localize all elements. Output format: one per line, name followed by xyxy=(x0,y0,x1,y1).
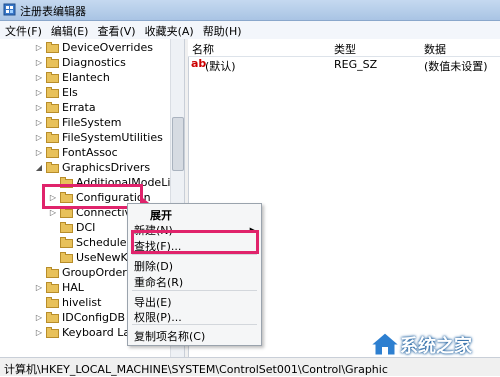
collapse-arrow-icon[interactable]: ◢ xyxy=(34,163,44,172)
folder-icon xyxy=(46,312,59,323)
menu-separator xyxy=(132,254,257,255)
value-name: (默认) xyxy=(205,60,236,73)
tree-item[interactable]: ◢ GraphicsDrivers xyxy=(34,160,150,175)
folder-icon xyxy=(46,267,59,278)
house-logo-icon xyxy=(370,332,400,356)
find-highlight-box xyxy=(131,230,259,254)
tree-item[interactable]: ▷ FileSystem xyxy=(34,115,122,130)
menu-help[interactable]: 帮助(H) xyxy=(198,21,246,39)
menu-view[interactable]: 查看(V) xyxy=(92,21,139,39)
expand-arrow-icon[interactable]: ▷ xyxy=(34,118,44,127)
tree-item[interactable]: ▷ HAL xyxy=(34,280,84,295)
expand-arrow-icon[interactable]: ▷ xyxy=(48,208,58,217)
folder-icon xyxy=(60,252,73,263)
menu-bar: 文件(F) 编辑(E) 查看(V) 收藏夹(A) 帮助(H) xyxy=(0,21,500,40)
window-title: 注册表编辑器 xyxy=(20,5,86,18)
title-bar: 注册表编辑器 xyxy=(0,0,500,21)
menu-edit[interactable]: 编辑(E) xyxy=(46,21,93,39)
expand-arrow-icon[interactable]: ▷ xyxy=(34,148,44,157)
menu-item-expand[interactable]: 展开 xyxy=(150,207,172,223)
folder-icon xyxy=(46,42,59,53)
menu-favorites[interactable]: 收藏夹(A) xyxy=(140,21,198,39)
menu-separator xyxy=(132,290,257,291)
string-value-icon: ab xyxy=(191,57,207,70)
status-bar: 计算机\HKEY_LOCAL_MACHINE\SYSTEM\ControlSet… xyxy=(0,357,500,376)
value-data: (数值未设置) xyxy=(424,60,488,73)
folder-open-icon xyxy=(46,162,59,173)
tree-item[interactable]: DCI xyxy=(48,220,95,235)
tree-item[interactable]: ▷ IDConfigDB xyxy=(34,310,125,325)
expand-arrow-icon[interactable]: ▷ xyxy=(34,88,44,97)
folder-icon xyxy=(46,87,59,98)
tree-item[interactable]: ▷ Diagnostics xyxy=(34,55,126,70)
menu-separator xyxy=(132,324,257,325)
folder-icon xyxy=(46,147,59,158)
tree-item[interactable]: ▷ Els xyxy=(34,85,78,100)
tree-item[interactable]: ▷ FileSystemUtilities xyxy=(34,130,163,145)
expand-arrow-icon[interactable]: ▷ xyxy=(34,283,44,292)
folder-icon xyxy=(46,132,59,143)
expand-arrow-icon[interactable]: ▷ xyxy=(34,328,44,337)
column-name-header[interactable]: 名称 xyxy=(192,41,214,57)
column-type-header[interactable]: 类型 xyxy=(334,41,356,57)
folder-icon xyxy=(46,282,59,293)
expand-arrow-icon[interactable]: ▷ xyxy=(34,133,44,142)
menu-item-copy-key-name[interactable]: 复制项名称(C) xyxy=(134,328,205,344)
list-header: 名称 类型 数据 xyxy=(188,39,500,57)
context-menu: 展开 新建(N) ▶ 查找(F)... 删除(D) 重命名(R) 导出(E) 权… xyxy=(127,203,262,346)
expand-arrow-icon[interactable]: ▷ xyxy=(34,103,44,112)
folder-icon xyxy=(46,117,59,128)
menu-item-delete[interactable]: 删除(D) xyxy=(134,258,173,274)
tree-item[interactable]: hivelist xyxy=(34,295,101,310)
expand-arrow-icon[interactable]: ▷ xyxy=(34,58,44,67)
folder-icon xyxy=(46,102,59,113)
list-row[interactable]: ab (默认) REG_SZ (数值未设置) xyxy=(188,56,500,74)
watermark-text: 系统之家 xyxy=(400,336,472,357)
watermark: 系统之家 xyxy=(370,330,498,358)
tree-item[interactable]: ▷ Errata xyxy=(34,100,96,115)
folder-icon xyxy=(60,222,73,233)
scrollbar-thumb[interactable] xyxy=(172,117,184,171)
folder-icon xyxy=(46,297,59,308)
expand-arrow-icon[interactable]: ▷ xyxy=(34,73,44,82)
menu-item-permissions[interactable]: 权限(P)... xyxy=(134,309,182,325)
folder-icon xyxy=(46,72,59,83)
expand-arrow-icon[interactable]: ▷ xyxy=(34,313,44,322)
menu-item-rename[interactable]: 重命名(R) xyxy=(134,274,183,290)
tree-item[interactable]: Scheduler xyxy=(48,235,131,250)
regedit-icon xyxy=(3,3,16,16)
folder-icon xyxy=(46,327,59,338)
folder-icon xyxy=(46,57,59,68)
menu-file[interactable]: 文件(F) xyxy=(0,21,46,39)
menu-item-export[interactable]: 导出(E) xyxy=(134,294,172,310)
tree-item[interactable]: ▷ FontAssoc xyxy=(34,145,118,160)
expand-arrow-icon[interactable]: ▷ xyxy=(34,43,44,52)
folder-icon xyxy=(60,237,73,248)
tree-item[interactable]: ▷ Elantech xyxy=(34,70,110,85)
value-type: REG_SZ xyxy=(334,58,378,71)
column-data-header[interactable]: 数据 xyxy=(424,41,446,57)
tree-item[interactable]: ▷ DeviceOverrides xyxy=(34,40,153,55)
